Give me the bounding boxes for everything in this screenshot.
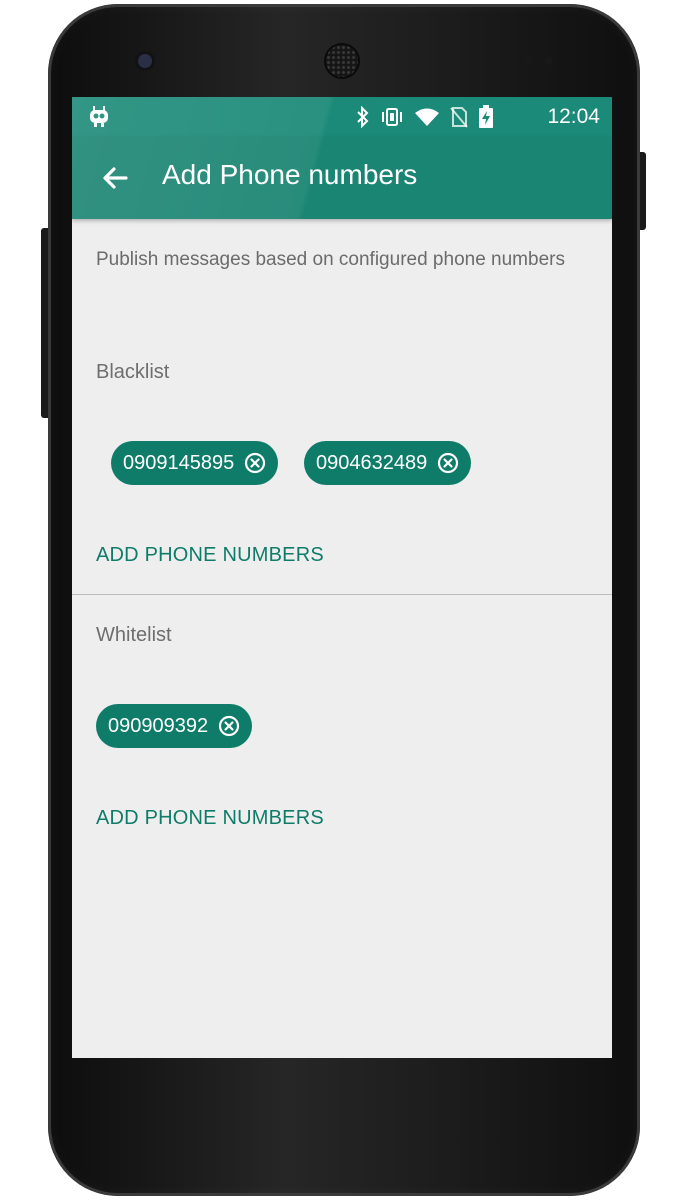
proximity-sensor — [524, 56, 533, 65]
remove-chip-icon[interactable] — [244, 452, 266, 474]
remove-chip-icon[interactable] — [218, 715, 240, 737]
vibrate-icon — [382, 108, 402, 126]
arrow-back-icon[interactable] — [98, 161, 132, 195]
wifi-icon — [415, 108, 439, 126]
description-text: Publish messages based on configured pho… — [96, 249, 565, 270]
blacklist-label: Blacklist — [96, 361, 170, 383]
section-divider — [72, 594, 612, 595]
add-blacklist-numbers-button[interactable]: ADD PHONE NUMBERS — [96, 544, 324, 567]
remove-chip-icon[interactable] — [437, 452, 459, 474]
light-sensor — [544, 56, 553, 65]
status-bar: 12:04 — [72, 97, 612, 137]
android-notification-icon — [90, 106, 108, 127]
blacklist-chip[interactable]: 0904632489 — [304, 441, 472, 485]
whitelist-label: Whitelist — [96, 624, 172, 646]
clock: 12:04 — [547, 105, 600, 128]
chip-label: 0904632489 — [316, 451, 428, 474]
earpiece-speaker — [326, 45, 358, 77]
chip-label: 090909392 — [108, 714, 209, 737]
add-whitelist-numbers-button[interactable]: ADD PHONE NUMBERS — [96, 807, 324, 830]
screen: 12:04 Add Phone numbers Publish messages… — [72, 97, 612, 1058]
front-camera — [138, 54, 152, 68]
page-title: Add Phone numbers — [162, 159, 418, 190]
whitelist-chip[interactable]: 090909392 — [96, 704, 253, 748]
chip-label: 0909145895 — [123, 451, 235, 474]
no-sim-icon — [450, 107, 468, 128]
battery-charging-icon — [479, 105, 493, 128]
blacklist-chip[interactable]: 0909145895 — [111, 441, 279, 485]
bluetooth-icon — [357, 106, 369, 128]
app-bar: Add Phone numbers — [72, 137, 612, 219]
